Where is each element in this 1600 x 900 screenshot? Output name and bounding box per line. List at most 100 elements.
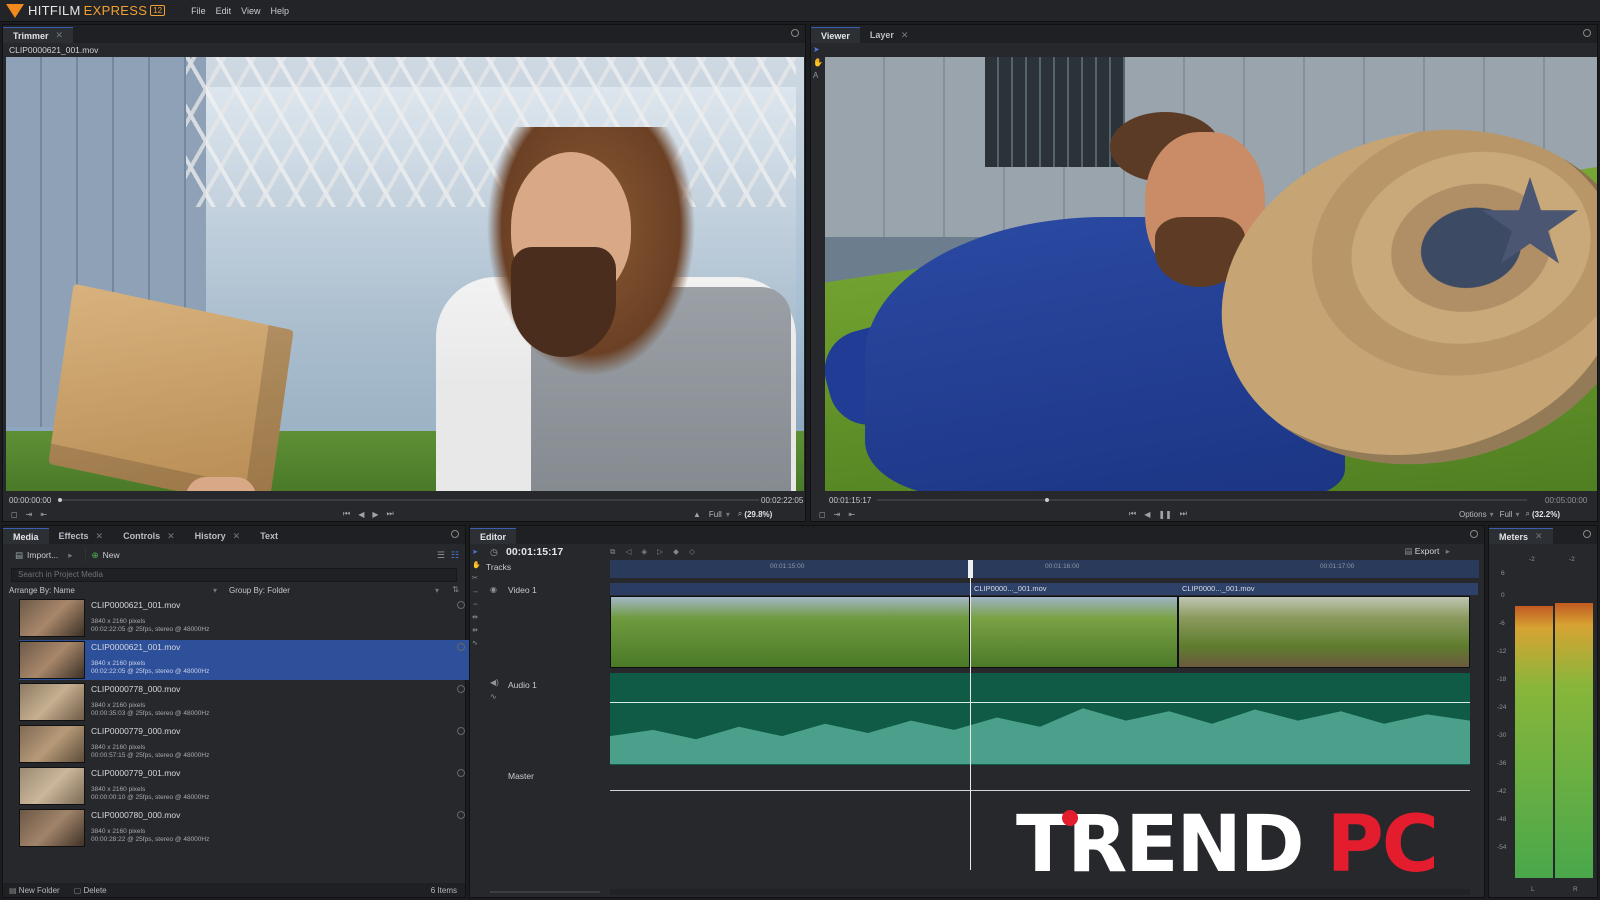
slide-tool-icon[interactable]: ⇔ <box>472 598 482 611</box>
list-view-icon[interactable]: ☰ <box>437 550 445 561</box>
sort-icon[interactable]: ⇅ <box>452 585 459 594</box>
timeline-zoom-slider[interactable] <box>490 891 600 893</box>
trimmer-quality-select[interactable]: Full <box>709 510 722 519</box>
viewer-zoom-level[interactable]: (32.2%) <box>1532 510 1560 519</box>
media-item[interactable]: CLIP0000779_000.mov 3840 x 2160 pixels 00… <box>19 724 469 764</box>
panel-settings-icon[interactable] <box>1583 29 1591 37</box>
playhead-handle[interactable] <box>968 560 973 578</box>
trimmer-playhead[interactable] <box>58 498 62 502</box>
trimmer-zoom-level[interactable]: (29.8%) <box>744 510 772 519</box>
tab-layer[interactable]: Layer ✕ <box>860 27 919 43</box>
item-settings-icon[interactable] <box>457 769 465 777</box>
item-settings-icon[interactable] <box>457 601 465 609</box>
timeline-playhead[interactable] <box>970 560 971 870</box>
skip-start-icon[interactable]: ⏮ <box>343 509 350 519</box>
new-folder-button[interactable]: ▤ New Folder <box>9 886 60 895</box>
zoom-icon[interactable]: ⌕ <box>738 509 742 519</box>
media-item[interactable]: CLIP0000778_000.mov 3840 x 2160 pixels 00… <box>19 682 469 722</box>
tab-controls[interactable]: Controls ✕ <box>113 528 185 544</box>
media-item-selected[interactable]: CLIP0000621_001.mov 3840 x 2160 pixels 00… <box>19 640 469 680</box>
viewer-options-menu[interactable]: Options <box>1459 510 1487 519</box>
item-settings-icon[interactable] <box>457 685 465 693</box>
editor-timecode[interactable]: 00:01:15:17 <box>506 546 563 558</box>
menu-file[interactable]: File <box>191 6 206 16</box>
overlay-icon[interactable]: ⇤ <box>40 510 47 519</box>
delete-button[interactable]: ▢ Delete <box>74 886 107 895</box>
text-tool-icon[interactable]: A <box>813 71 823 80</box>
marker-icon[interactable]: ◈ <box>641 547 651 556</box>
media-item[interactable]: CLIP0000780_000.mov 3840 x 2160 pixels 00… <box>19 808 469 848</box>
hand-tool-icon[interactable]: ✋ <box>472 559 482 572</box>
mark-in-icon[interactable]: ◻ <box>819 510 826 519</box>
skip-start-icon[interactable]: ⏮ <box>1129 509 1136 519</box>
tab-meters[interactable]: Meters ✕ <box>1489 528 1553 544</box>
roll-tool-icon[interactable]: ⇹ <box>472 611 482 624</box>
tab-history[interactable]: History ✕ <box>185 528 251 544</box>
panel-settings-icon[interactable] <box>1470 530 1478 538</box>
step-forward-icon[interactable]: ⏭ <box>387 509 394 519</box>
tab-media[interactable]: Media <box>3 528 49 544</box>
menu-help[interactable]: Help <box>270 6 289 16</box>
export-button[interactable]: ▤ Export ▸ <box>1404 546 1450 557</box>
video-clip[interactable] <box>1178 596 1470 668</box>
step-back-icon[interactable]: ◀ <box>1144 510 1150 519</box>
media-item[interactable]: CLIP0000621_001.mov 3840 x 2160 pixels 00… <box>19 598 469 638</box>
clip-label[interactable] <box>610 583 970 595</box>
audio-wave-icon[interactable]: ∿ <box>490 692 497 701</box>
insert-icon[interactable]: ⇥ <box>26 510 33 519</box>
menu-view[interactable]: View <box>241 6 260 16</box>
close-icon[interactable]: ✕ <box>96 531 104 542</box>
step-back-icon[interactable]: ◀ <box>358 510 364 519</box>
close-icon[interactable]: ✕ <box>233 531 241 542</box>
next-keyframe-icon[interactable]: ▷ <box>657 547 667 556</box>
select-tool-icon[interactable]: ➤ <box>472 546 482 559</box>
tab-text[interactable]: Text <box>250 528 288 544</box>
close-icon[interactable]: ✕ <box>167 531 175 542</box>
viewer-video-frame[interactable] <box>825 57 1597 491</box>
item-settings-icon[interactable] <box>457 727 465 735</box>
panel-settings-icon[interactable] <box>1583 530 1591 538</box>
trimmer-video-frame[interactable] <box>6 57 804 491</box>
video-clip[interactable] <box>610 596 970 668</box>
import-button[interactable]: ▤ Import... ▸ <box>9 548 86 562</box>
arrange-by-select[interactable]: Arrange By: Name ▾ <box>9 586 217 595</box>
select-tool-icon[interactable]: ➤ <box>813 45 823 54</box>
close-icon[interactable]: ✕ <box>901 30 909 41</box>
ripple-icon[interactable]: ◇ <box>689 547 699 556</box>
menu-edit[interactable]: Edit <box>216 6 232 16</box>
overlay-icon[interactable]: ⇤ <box>848 510 855 519</box>
snapshot-icon[interactable]: ▲ <box>693 510 701 519</box>
hand-tool-icon[interactable]: ✋ <box>813 58 823 67</box>
prev-keyframe-icon[interactable]: ◁ <box>625 547 635 556</box>
step-forward-icon[interactable]: ⏭ <box>1180 509 1187 519</box>
tab-effects[interactable]: Effects ✕ <box>49 528 114 544</box>
item-settings-icon[interactable] <box>457 643 465 651</box>
item-settings-icon[interactable] <box>457 811 465 819</box>
tab-viewer[interactable]: Viewer <box>811 27 860 43</box>
viewer-quality-select[interactable]: Full <box>1500 510 1513 519</box>
media-item[interactable]: CLIP0000779_001.mov 3840 x 2160 pixels 00… <box>19 766 469 806</box>
rate-tool-icon[interactable]: ∿ <box>472 637 482 650</box>
trimmer-scrubber[interactable] <box>59 499 759 501</box>
mark-in-icon[interactable]: ◻ <box>11 510 18 519</box>
snap-icon[interactable]: ⧉ <box>610 547 619 556</box>
close-icon[interactable]: ✕ <box>56 30 64 41</box>
play-icon[interactable]: ▶ <box>372 510 378 519</box>
audio-speaker-icon[interactable]: ◀) <box>490 678 499 687</box>
video-clip[interactable] <box>970 596 1178 668</box>
viewer-scrubber[interactable] <box>877 499 1527 501</box>
close-icon[interactable]: ✕ <box>1535 531 1543 542</box>
panel-settings-icon[interactable] <box>451 530 459 538</box>
media-search-input[interactable]: Search in Project Media <box>11 568 457 582</box>
ripple-tool-icon[interactable]: ⇻ <box>472 624 482 637</box>
link-icon[interactable]: ◆ <box>673 547 683 556</box>
tab-editor[interactable]: Editor <box>470 528 516 544</box>
clip-label[interactable]: CLIP0000..._001.mov <box>970 583 1178 595</box>
panel-settings-icon[interactable] <box>791 29 799 37</box>
detail-view-icon[interactable]: ☷ <box>451 550 459 561</box>
razor-tool-icon[interactable]: ✂ <box>472 572 482 585</box>
new-button[interactable]: ⊕ New <box>86 548 126 562</box>
viewer-playhead[interactable] <box>1045 498 1049 502</box>
insert-icon[interactable]: ⇥ <box>834 510 841 519</box>
zoom-icon[interactable]: ⌕ <box>1526 509 1530 519</box>
